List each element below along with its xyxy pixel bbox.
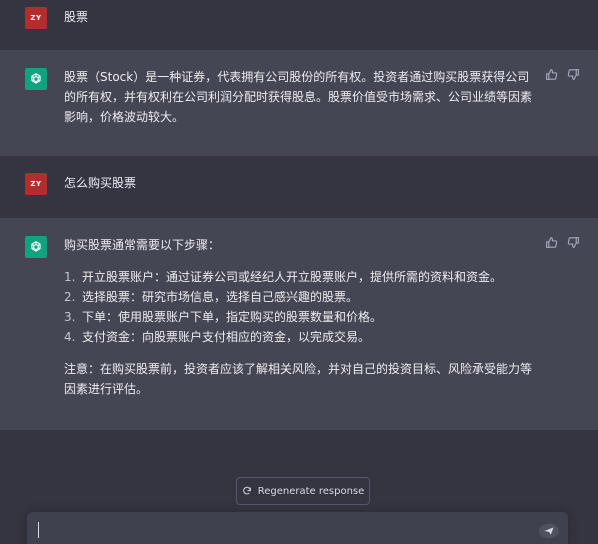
- feedback-buttons: [545, 236, 580, 249]
- openai-logo-icon: [25, 68, 47, 90]
- thumbs-down-icon[interactable]: [567, 236, 580, 249]
- list-item: 2. 选择股票：研究市场信息，选择自己感兴趣的股票。: [64, 290, 359, 304]
- assistant-message: 股票（Stock）是一种证券，代表拥有公司股份的所有权。投资者通过购买股票获得公…: [0, 50, 598, 156]
- regenerate-response-button[interactable]: Regenerate response: [236, 477, 370, 505]
- assistant-message-text: 股票（Stock）是一种证券，代表拥有公司股份的所有权。投资者通过购买股票获得公…: [64, 70, 533, 124]
- list-item: 1. 开立股票账户：通过证券公司或经纪人开立股票账户，提供所需的资料和资金。: [64, 270, 503, 284]
- regenerate-label: Regenerate response: [257, 485, 365, 497]
- thumbs-up-icon[interactable]: [545, 68, 558, 81]
- steps-list: 1. 开立股票账户：通过证券公司或经纪人开立股票账户，提供所需的资料和资金。 2.…: [64, 267, 538, 347]
- user-avatar: ZY: [25, 7, 47, 29]
- user-avatar: ZY: [25, 173, 47, 195]
- openai-logo-icon: [25, 236, 47, 258]
- user-message-text: 怎么购买股票: [64, 176, 137, 190]
- message-input[interactable]: [27, 512, 568, 544]
- thumbs-up-icon[interactable]: [545, 236, 558, 249]
- list-item: 4. 支付资金：向股票账户支付相应的资金，以完成交易。: [64, 330, 371, 344]
- user-message-text: 股票: [64, 10, 89, 24]
- answer-intro: 购买股票通常需要以下步骤：: [64, 238, 221, 252]
- chat-page: ZY 股票 股票（Stock）是一种证券，代表拥有公司股份的所有权。投资者通过购…: [0, 0, 598, 544]
- list-item: 3. 下单：使用股票账户下单，指定购买的股票数量和价格。: [64, 310, 383, 324]
- send-icon[interactable]: [538, 521, 560, 541]
- text-caret: [38, 522, 39, 538]
- thumbs-down-icon[interactable]: [567, 68, 580, 81]
- assistant-message-text: 购买股票通常需要以下步骤： 1. 开立股票账户：通过证券公司或经纪人开立股票账户，…: [64, 235, 538, 399]
- user-message: ZY 股票: [0, 0, 598, 50]
- assistant-message: 购买股票通常需要以下步骤： 1. 开立股票账户：通过证券公司或经纪人开立股票账户，…: [0, 218, 598, 430]
- refresh-icon: [242, 486, 251, 495]
- user-message: ZY 怎么购买股票: [0, 156, 598, 218]
- answer-note: 注意：在购买股票前，投资者应该了解相关风险，并对自己的投资目标、风险承受能力等因…: [64, 362, 533, 396]
- feedback-buttons: [545, 68, 580, 81]
